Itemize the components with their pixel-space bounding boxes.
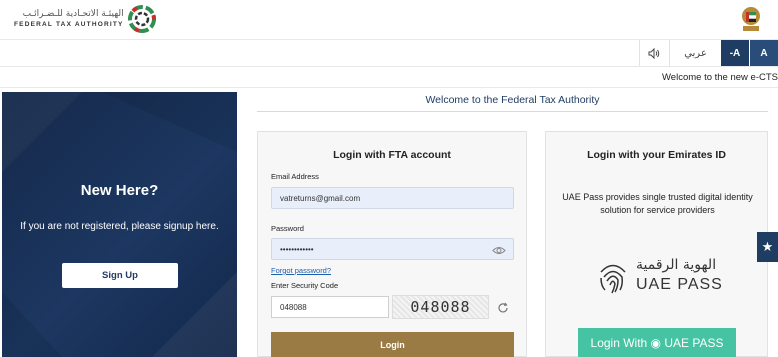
ticker-text: Welcome to the new e-CTS	[662, 72, 778, 83]
fta-login-title: Login with FTA account	[333, 149, 451, 161]
captcha-text: 048088	[410, 298, 471, 316]
sign-up-button[interactable]: Sign Up	[62, 263, 178, 288]
logo-text: الهيئـة الاتحـادية للـضـرائـب FEDERAL TA…	[14, 9, 124, 29]
uae-pass-logo-english: UAE PASS	[636, 276, 723, 293]
uae-pass-logo: الهوية الرقمية UAE PASS	[596, 257, 723, 297]
new-here-heading: New Here?	[80, 182, 159, 199]
uae-pass-description: UAE Pass provides single trusted digital…	[562, 192, 753, 215]
accessibility-toolbar: عربي -A A	[639, 40, 778, 66]
email-input[interactable]: vatreturns@gmail.com	[271, 187, 514, 209]
speaker-button[interactable]	[639, 40, 669, 66]
fta-logo[interactable]: الهيئـة الاتحـادية للـضـرائـب FEDERAL TA…	[14, 5, 156, 33]
email-value: vatreturns@gmail.com	[280, 193, 361, 203]
security-code-value: 048088	[280, 302, 307, 312]
refresh-icon[interactable]	[497, 302, 509, 314]
fta-login-card: Login with FTA account Email Address vat…	[257, 131, 527, 357]
fta-logo-icon	[127, 5, 156, 33]
page: الهيئـة الاتحـادية للـضـرائـب FEDERAL TA…	[0, 0, 778, 357]
password-value: ••••••••••••	[280, 244, 314, 254]
logo-english-text: FEDERAL TAX AUTHORITY	[14, 21, 124, 28]
news-ticker: Welcome to the new e-CTS	[0, 66, 778, 88]
signup-note: If you are not registered, please signup…	[20, 221, 219, 232]
font-normal-button[interactable]: A	[750, 40, 778, 66]
email-label: Email Address	[271, 172, 319, 181]
uae-pass-login-button[interactable]: Login With ◉ UAE PASS	[578, 328, 736, 357]
welcome-title: Welcome to the Federal Tax Authority	[257, 92, 768, 112]
login-button[interactable]: Login	[271, 332, 514, 357]
star-icon: ★	[761, 239, 774, 254]
security-code-input[interactable]: 048088	[271, 296, 389, 318]
password-input[interactable]: ••••••••••••	[271, 238, 514, 260]
captcha-image: 048088	[392, 295, 489, 319]
show-password-button[interactable]	[485, 239, 513, 261]
forgot-password-link[interactable]: Forgot password?	[271, 266, 331, 275]
favorites-tab[interactable]: ★	[757, 232, 778, 262]
uae-pass-card: Login with your Emirates ID UAE Pass pro…	[545, 131, 768, 357]
uae-emblem-icon	[742, 7, 760, 31]
logo-arabic-text: الهيئـة الاتحـادية للـضـرائـب	[22, 9, 124, 19]
eye-icon	[492, 246, 506, 254]
signup-panel: New Here? If you are not registered, ple…	[2, 92, 237, 357]
font-decrease-button[interactable]: -A	[721, 40, 749, 66]
uae-pass-logo-arabic: الهوية الرقمية	[636, 257, 717, 273]
security-code-label: Enter Security Code	[271, 281, 339, 290]
language-toggle[interactable]: عربي	[669, 40, 721, 66]
fingerprint-icon	[600, 264, 626, 294]
speaker-icon	[648, 47, 660, 59]
header: الهيئـة الاتحـادية للـضـرائـب FEDERAL TA…	[0, 0, 778, 40]
password-label: Password	[271, 224, 304, 233]
uae-pass-title: Login with your Emirates ID	[587, 149, 726, 161]
